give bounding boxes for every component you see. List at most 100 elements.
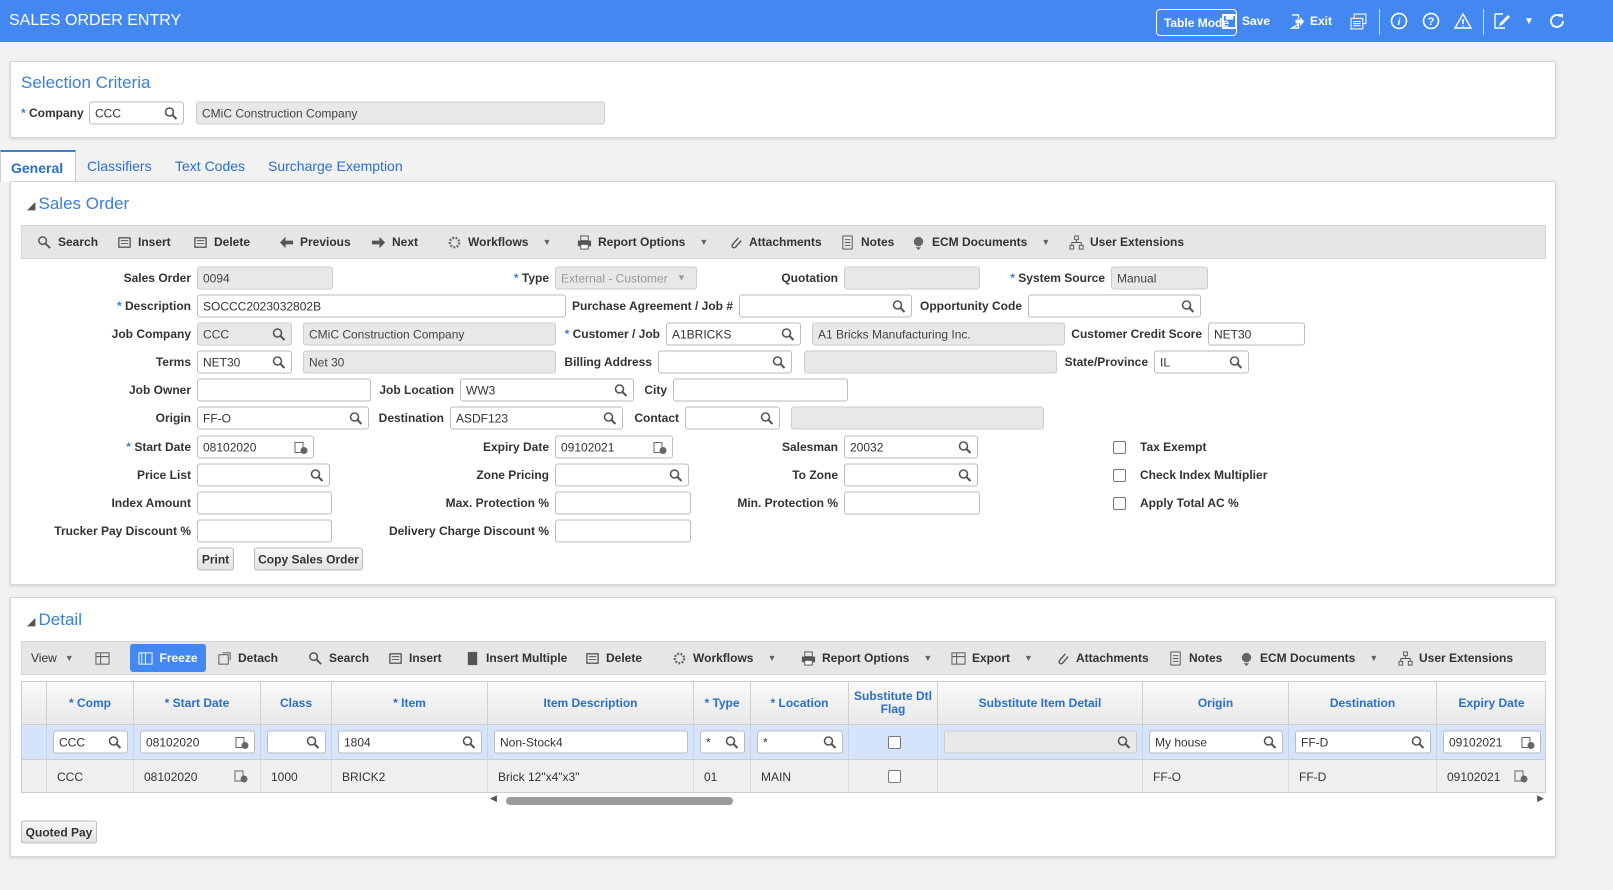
city-input[interactable]	[673, 378, 848, 402]
search-icon[interactable]	[823, 736, 837, 750]
table-cell[interactable]: FF-D	[1289, 760, 1437, 792]
search-icon[interactable]	[1117, 736, 1131, 750]
horizontal-scrollbar[interactable]: ◀ ▶	[490, 793, 1546, 807]
col-start-date-filter[interactable]: 08102020	[140, 730, 255, 754]
table-cell[interactable]	[849, 760, 938, 792]
info-icon[interactable]: i	[1390, 0, 1408, 42]
freeze-button[interactable]: Freeze	[130, 644, 206, 672]
quoted-pay-button[interactable]: Quoted Pay	[21, 820, 97, 844]
search-icon[interactable]	[306, 736, 320, 750]
search-icon[interactable]	[272, 356, 286, 370]
attachments-button[interactable]: Attachments	[1055, 642, 1149, 674]
print-screen-icon[interactable]	[1350, 0, 1367, 42]
search-icon[interactable]	[310, 469, 324, 483]
search-icon[interactable]	[462, 736, 476, 750]
insert-button[interactable]: Insert	[388, 642, 442, 674]
col-destination-filter[interactable]: FF-D	[1295, 730, 1431, 754]
scrollbar-thumb[interactable]	[506, 797, 733, 805]
purchase-agreement-input[interactable]	[739, 294, 912, 318]
max-protection-input[interactable]	[555, 491, 691, 515]
chevron-down-icon[interactable]: ▼	[767, 653, 776, 663]
search-icon[interactable]	[164, 107, 178, 121]
print-button[interactable]: Print	[197, 547, 234, 571]
chevron-down-icon[interactable]: ▼	[699, 237, 708, 247]
col-start-date-header[interactable]: * Start Date	[134, 682, 261, 725]
ecm-documents-button[interactable]: ECM Documents ▼	[1239, 642, 1378, 674]
report-options-button[interactable]: Report Options ▼	[577, 226, 708, 258]
calendar-icon[interactable]	[234, 769, 248, 783]
attachments-button[interactable]: Attachments	[728, 226, 822, 258]
origin-input[interactable]: FF-O	[197, 406, 369, 430]
ecm-documents-button[interactable]: ECM Documents ▼	[911, 226, 1050, 258]
user-extensions-button[interactable]: User Extensions	[1069, 226, 1184, 258]
help-icon[interactable]: ?	[1422, 0, 1440, 42]
table-cell[interactable]	[938, 760, 1143, 792]
col-item-header[interactable]: * Item	[332, 682, 488, 725]
delete-button[interactable]: Delete	[193, 226, 250, 258]
search-icon[interactable]	[1263, 736, 1277, 750]
chevron-down-icon[interactable]: ▼	[1369, 653, 1378, 663]
col-origin-header[interactable]: Origin	[1143, 682, 1289, 725]
calendar-icon[interactable]	[294, 441, 308, 455]
table-cell[interactable]: Brick 12"x4"x3"	[488, 760, 694, 792]
billing-address-input[interactable]	[658, 350, 792, 374]
start-date-input[interactable]: 08102020	[197, 435, 314, 459]
search-button[interactable]: Search	[37, 226, 98, 258]
job-owner-input[interactable]	[197, 378, 371, 402]
search-icon[interactable]	[725, 736, 739, 750]
search-icon[interactable]	[108, 736, 122, 750]
notes-button[interactable]: Notes	[1168, 642, 1222, 674]
table-cell[interactable]: 1000	[261, 760, 332, 792]
col-location-filter[interactable]: *	[757, 730, 843, 754]
scroll-right-icon[interactable]: ▶	[1537, 793, 1544, 804]
warning-icon[interactable]	[1454, 0, 1472, 42]
search-icon[interactable]	[760, 412, 774, 426]
company-input[interactable]: CCC	[89, 101, 184, 125]
description-input[interactable]: SOCCC2023032802B	[197, 294, 566, 318]
previous-button[interactable]: Previous	[279, 226, 351, 258]
insert-multiple-button[interactable]: Insert Multiple	[465, 642, 567, 674]
search-icon[interactable]	[781, 328, 795, 342]
substitute-flag-checkbox[interactable]	[887, 770, 901, 783]
table-cell[interactable]: BRICK2	[332, 760, 488, 792]
tab-surcharge-exemption[interactable]: Surcharge Exemption	[258, 150, 413, 182]
destination-input[interactable]: ASDF123	[450, 406, 623, 430]
search-icon[interactable]	[1229, 356, 1243, 370]
next-button[interactable]: Next	[371, 226, 418, 258]
customer-job-input[interactable]: A1BRICKS	[666, 322, 801, 346]
search-icon[interactable]	[614, 384, 628, 398]
col-class-header[interactable]: Class	[261, 682, 332, 725]
query-by-example-icon[interactable]	[95, 642, 110, 674]
search-icon[interactable]	[272, 328, 286, 342]
section-title[interactable]: ◢ Detail	[27, 610, 82, 630]
chevron-down-icon[interactable]: ▼	[542, 237, 551, 247]
detach-button[interactable]: Detach	[217, 642, 278, 674]
delete-button[interactable]: Delete	[585, 642, 642, 674]
calendar-icon[interactable]	[653, 441, 667, 455]
terms-input[interactable]: NET30	[197, 350, 292, 374]
col-substitute-item-detail-header[interactable]: Substitute Item Detail	[938, 682, 1143, 725]
search-icon[interactable]	[958, 441, 972, 455]
col-comp-header[interactable]: * Comp	[47, 682, 134, 725]
edit-menu-icon[interactable]: ▼	[1493, 0, 1534, 42]
col-type-header[interactable]: * Type	[694, 682, 751, 725]
chevron-down-icon[interactable]: ▼	[1041, 237, 1050, 247]
copy-sales-order-button[interactable]: Copy Sales Order	[254, 547, 363, 571]
section-title[interactable]: ◢ Sales Order	[27, 194, 129, 214]
to-zone-input[interactable]	[844, 463, 978, 487]
price-list-input[interactable]	[197, 463, 330, 487]
table-cell[interactable]: 01	[694, 760, 751, 792]
col-comp-filter[interactable]: CCC	[53, 730, 128, 754]
col-item-description-filter[interactable]: Non-Stock4	[494, 730, 688, 754]
chevron-down-icon[interactable]: ▼	[923, 653, 932, 663]
opportunity-code-input[interactable]	[1028, 294, 1201, 318]
col-expiry-date-filter[interactable]: 09102021	[1443, 730, 1541, 754]
search-icon[interactable]	[1411, 736, 1425, 750]
customer-credit-score-input[interactable]: NET30	[1208, 322, 1305, 346]
search-icon[interactable]	[892, 300, 906, 314]
col-substitute-dtl-flag-header[interactable]: Substitute Dtl Flag	[849, 682, 938, 725]
col-class-filter[interactable]	[267, 730, 326, 754]
zone-pricing-input[interactable]	[555, 463, 689, 487]
search-icon[interactable]	[958, 469, 972, 483]
exit-button[interactable]: Exit	[1290, 0, 1332, 42]
